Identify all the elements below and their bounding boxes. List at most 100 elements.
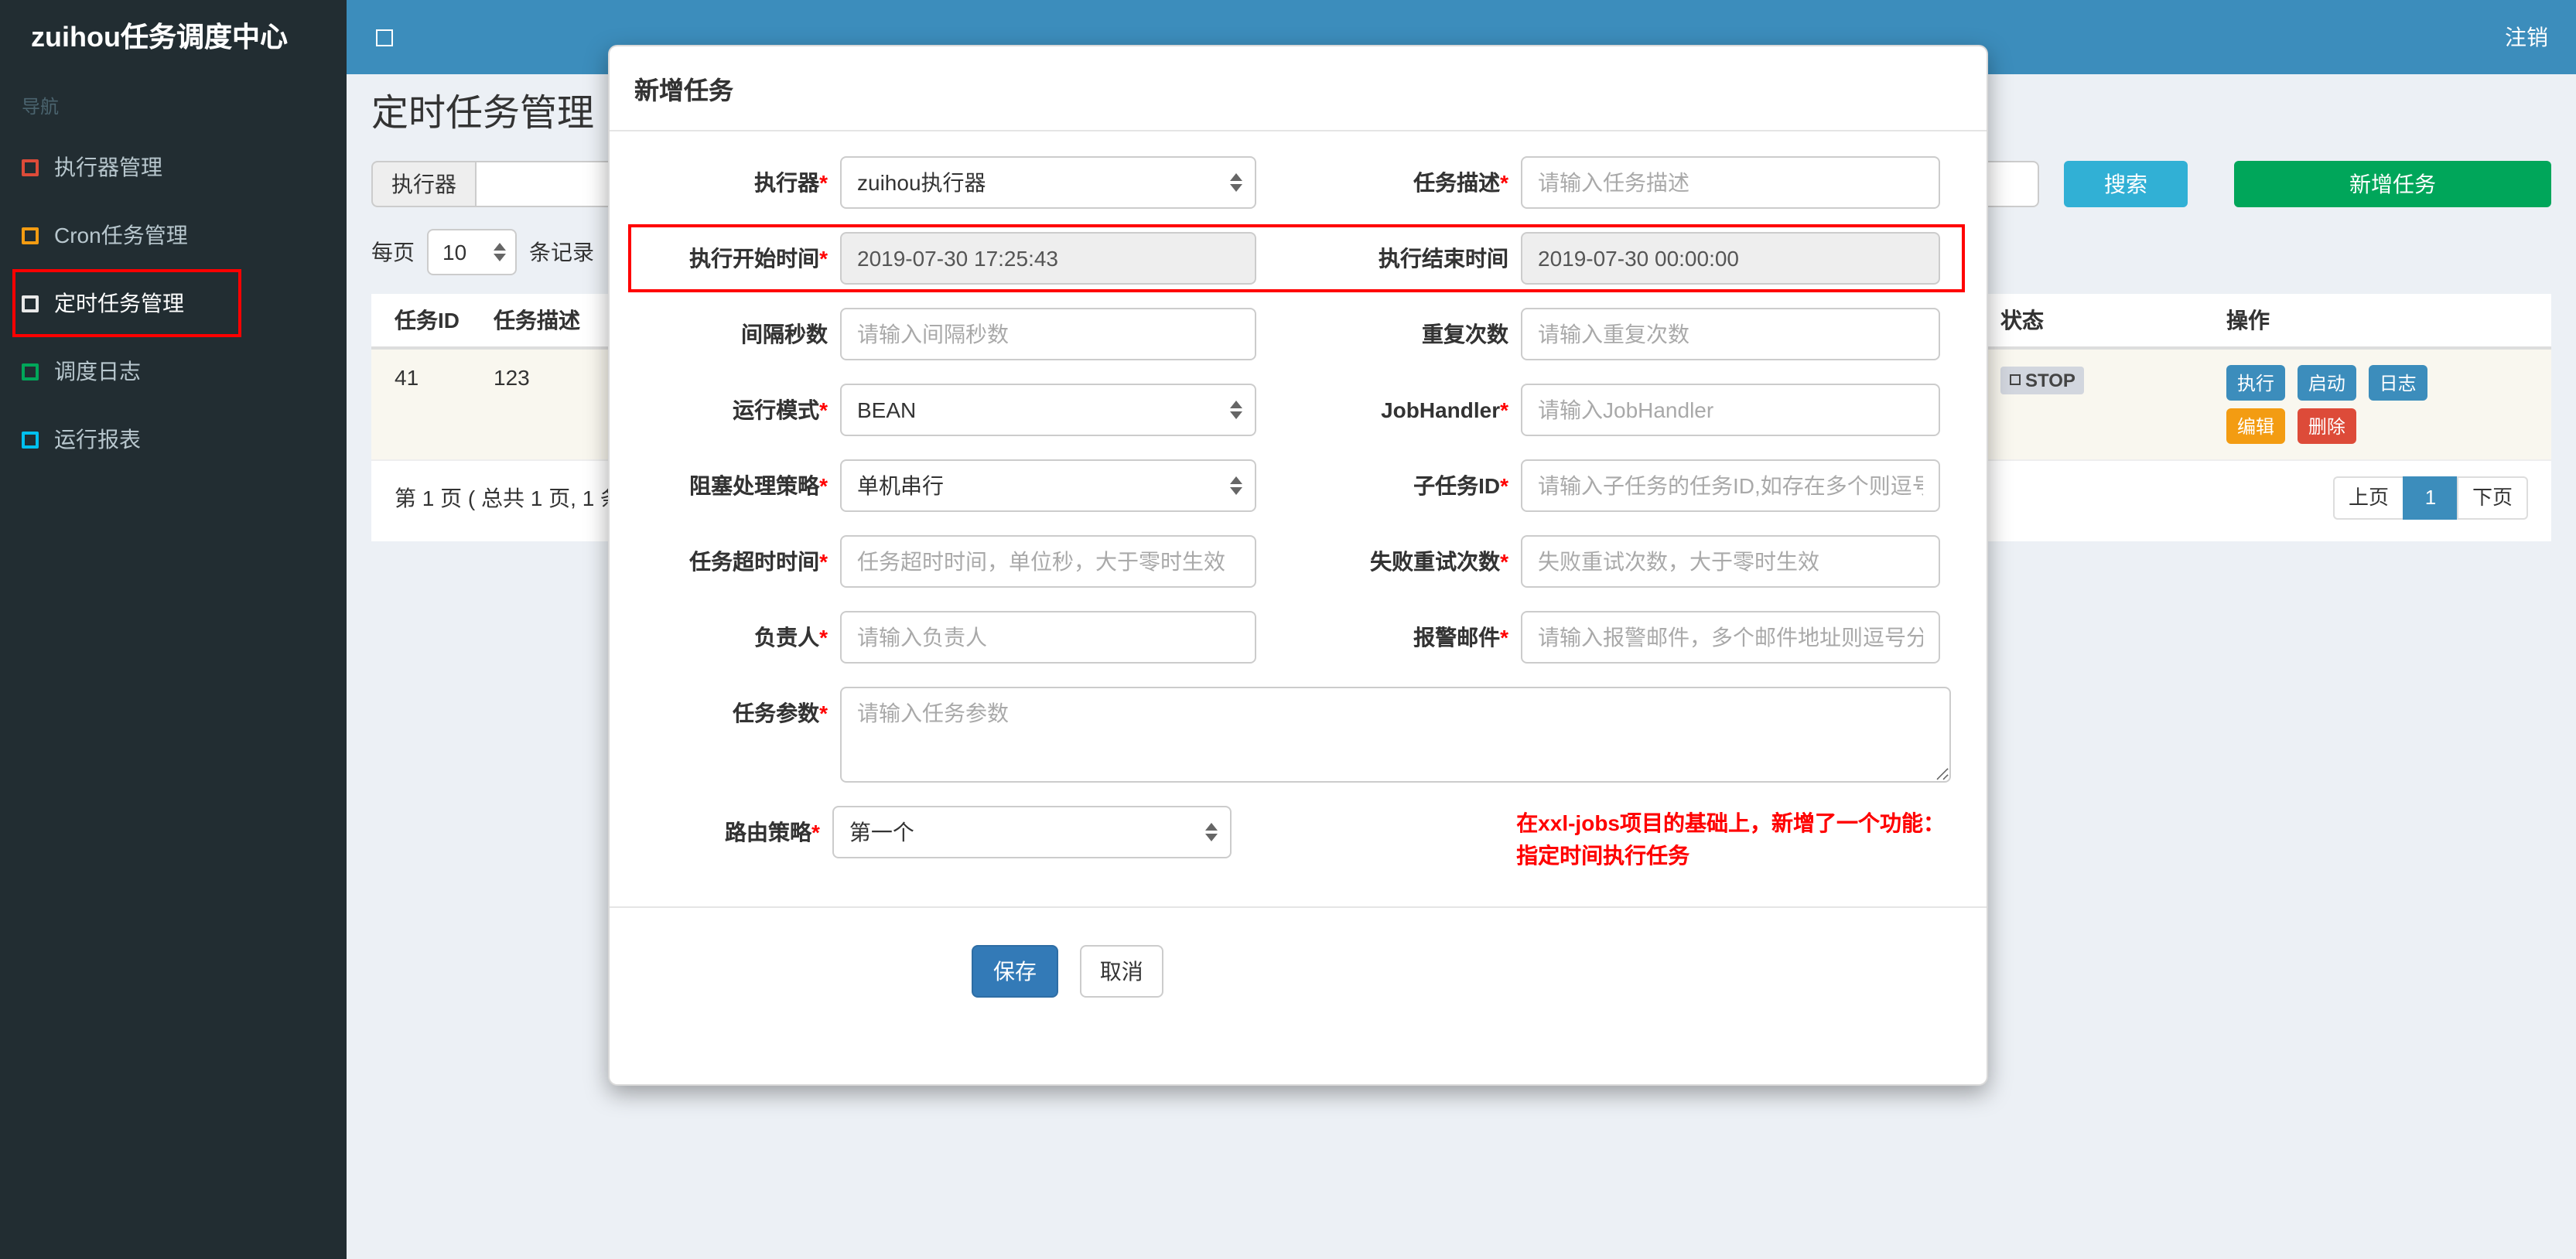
form-row-5: 阻塞处理策略* 单机串行 子任务ID*	[634, 459, 1962, 512]
column-header-status: 状态	[2000, 308, 2044, 333]
cell-task-id: 41	[395, 365, 419, 390]
required-star: *	[819, 625, 828, 650]
repeat-count-label: 重复次数	[1422, 322, 1508, 346]
sidebar-item-executor-management[interactable]: 执行器管理	[0, 133, 347, 201]
square-glyph-icon	[2010, 374, 2021, 385]
sidebar: 导航 执行器管理 Cron任务管理 定时任务管理 调度日志 运行报表	[0, 74, 347, 1259]
end-time-input[interactable]	[1521, 232, 1940, 285]
sidebar-item-label: Cron任务管理	[54, 223, 188, 247]
child-job-id-label: 子任务ID*	[1413, 473, 1508, 498]
square-outline-icon	[22, 159, 39, 176]
cell-status: STOP	[2000, 365, 2226, 444]
required-star: *	[819, 246, 828, 271]
interval-input[interactable]	[840, 308, 1256, 360]
required-star: *	[1500, 170, 1508, 195]
chevron-up-down-icon	[1230, 476, 1242, 495]
action-line-1: 执行 启动 日志	[2226, 365, 2528, 401]
form-row-6: 任务超时时间* 失败重试次数*	[634, 535, 1962, 588]
owner-input[interactable]	[840, 611, 1256, 664]
required-star: *	[819, 701, 828, 725]
form-row-params: 任务参数*	[634, 687, 1962, 783]
page-size-select[interactable]: 10	[427, 229, 517, 275]
page-number-button[interactable]: 1	[2402, 476, 2458, 520]
owner-label: 负责人*	[754, 625, 828, 650]
modal-footer: 保存 取消	[610, 906, 1987, 1084]
brand-title: zuihou任务调度中心	[0, 0, 347, 74]
job-desc-label: 任务描述*	[1413, 170, 1508, 195]
logout-link[interactable]: 注销	[2477, 0, 2576, 74]
job-params-textarea[interactable]	[840, 687, 1951, 783]
column-header-task-id: 任务ID	[395, 308, 460, 333]
save-button[interactable]: 保存	[972, 945, 1058, 998]
form-row-1: 执行器* zuihou执行器 任务描述*	[634, 156, 1962, 209]
alarm-email-input[interactable]	[1521, 611, 1940, 664]
run-mode-select[interactable]: BEAN	[840, 384, 1256, 436]
cancel-button[interactable]: 取消	[1079, 945, 1163, 998]
timeout-label: 任务超时时间*	[689, 549, 828, 574]
column-header-actions: 操作	[2226, 308, 2270, 333]
page-size-suffix: 条记录	[529, 240, 594, 264]
route-strategy-select[interactable]: 第一个	[832, 806, 1232, 858]
feature-note: 在xxl-jobs项目的基础上，新增了一个功能： 指定时间执行任务	[1516, 807, 1962, 872]
fail-retry-label: 失败重试次数*	[1370, 549, 1508, 574]
sidebar-item-scheduled-task-management[interactable]: 定时任务管理	[0, 269, 347, 337]
form-row-7: 负责人* 报警邮件*	[634, 611, 1962, 664]
run-mode-label: 运行模式*	[733, 397, 828, 422]
executor-select-value: zuihou执行器	[857, 170, 986, 195]
run-button[interactable]: 执行	[2226, 365, 2286, 401]
search-button[interactable]: 搜索	[2064, 161, 2188, 207]
repeat-count-input[interactable]	[1521, 308, 1940, 360]
child-job-id-input[interactable]	[1521, 459, 1940, 512]
executor-label: 执行器*	[754, 170, 828, 195]
action-line-2: 编辑 删除	[2226, 408, 2528, 444]
log-button[interactable]: 日志	[2368, 365, 2427, 401]
prev-page-button[interactable]: 上页	[2332, 476, 2404, 520]
page-size-value: 10	[442, 240, 467, 264]
route-strategy-label: 路由策略*	[725, 820, 820, 844]
fail-retry-input[interactable]	[1521, 535, 1940, 588]
block-strategy-select[interactable]: 单机串行	[840, 459, 1256, 512]
chevron-up-down-icon	[1205, 823, 1218, 841]
next-page-button[interactable]: 下页	[2456, 476, 2528, 520]
start-time-label: 执行开始时间*	[689, 246, 828, 271]
block-strategy-label: 阻塞处理策略*	[689, 473, 828, 498]
sidebar-item-label: 调度日志	[54, 359, 141, 384]
required-star: *	[1500, 397, 1508, 422]
status-text: STOP	[2025, 369, 2075, 391]
executor-select[interactable]: zuihou执行器	[840, 156, 1256, 209]
feature-note-line2: 指定时间执行任务	[1516, 843, 1690, 868]
required-star: *	[819, 170, 828, 195]
executor-filter-label: 执行器	[371, 161, 475, 207]
sidebar-item-cron-task-management[interactable]: Cron任务管理	[0, 201, 347, 269]
timeout-input[interactable]	[840, 535, 1256, 588]
square-outline-icon	[22, 431, 39, 448]
required-star: *	[1500, 625, 1508, 650]
page-size-prefix: 每页	[371, 240, 415, 264]
end-time-label: 执行结束时间	[1379, 246, 1508, 271]
required-star: *	[819, 397, 828, 422]
route-strategy-select-value: 第一个	[849, 820, 914, 844]
edit-button[interactable]: 编辑	[2226, 408, 2286, 444]
required-star: *	[811, 820, 820, 844]
app-root: zuihou任务调度中心 注销 导航 执行器管理 Cron任务管理 定时任务管理…	[0, 0, 2576, 1259]
form-row-3: 间隔秒数 重复次数	[634, 308, 1962, 360]
interval-label: 间隔秒数	[741, 322, 828, 346]
sidebar-item-label: 运行报表	[54, 427, 141, 452]
status-badge: STOP	[2000, 366, 2085, 394]
job-desc-input[interactable]	[1521, 156, 1940, 209]
sidebar-item-run-report[interactable]: 运行报表	[0, 405, 347, 473]
modal-title: 新增任务	[610, 46, 1987, 131]
start-time-input[interactable]	[840, 232, 1256, 285]
sidebar-item-label: 定时任务管理	[54, 291, 184, 316]
square-outline-icon	[22, 363, 39, 380]
start-button[interactable]: 启动	[2297, 365, 2356, 401]
required-star: *	[819, 473, 828, 498]
modal-body: 执行器* zuihou执行器 任务描述* 执行开始时间* 执行结束时间 间隔秒数	[610, 131, 1987, 872]
required-star: *	[1500, 473, 1508, 498]
job-handler-input[interactable]	[1521, 384, 1940, 436]
required-star: *	[1500, 549, 1508, 574]
sidebar-item-dispatch-log[interactable]: 调度日志	[0, 337, 347, 405]
delete-button[interactable]: 删除	[2297, 408, 2356, 444]
sidebar-toggle-button[interactable]	[347, 0, 421, 74]
add-task-button[interactable]: 新增任务	[2234, 161, 2551, 207]
